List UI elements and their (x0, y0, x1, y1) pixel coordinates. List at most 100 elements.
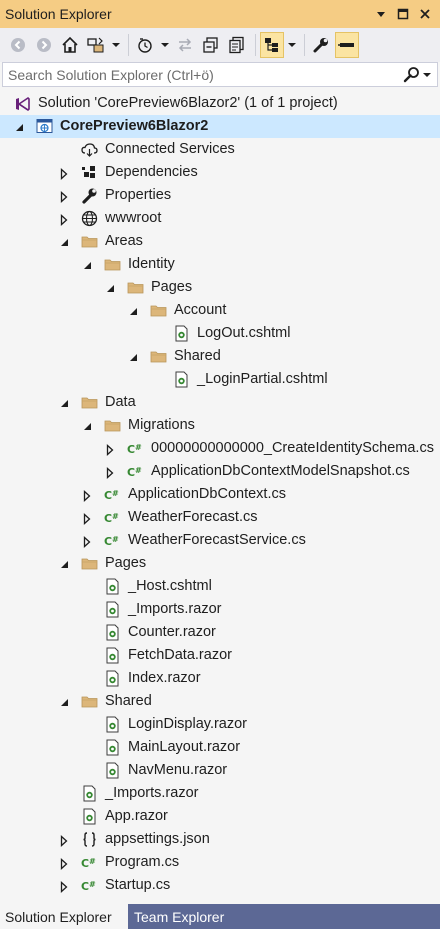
preview-selected-icon[interactable] (260, 32, 284, 58)
collapse-arrow-icon[interactable] (128, 305, 138, 317)
collapse-arrow-icon[interactable] (59, 397, 69, 409)
solution-icon (14, 95, 31, 112)
maximize-icon[interactable] (392, 3, 414, 25)
expand-arrow-icon[interactable] (82, 512, 92, 525)
tree-row[interactable]: Properties (0, 184, 440, 207)
tree-row[interactable]: Counter.razor (0, 621, 440, 644)
tree-item-label: Properties (105, 187, 172, 203)
tree-item-label: Solution 'CorePreview6Blazor2' (1 of 1 p… (38, 95, 338, 111)
home-icon[interactable] (58, 32, 82, 58)
tree-row[interactable]: Migrations (0, 414, 440, 437)
folder-icon (81, 394, 98, 411)
tree-row[interactable]: appsettings.json (0, 828, 440, 851)
tree-item-label: _Host.cshtml (128, 578, 212, 594)
tree-row[interactable]: _LoginPartial.cshtml (0, 368, 440, 391)
tree-item-label: _LoginPartial.cshtml (197, 371, 328, 387)
folder-icon (81, 693, 98, 710)
tree-row[interactable]: Index.razor (0, 667, 440, 690)
search-options-dropdown-icon[interactable] (423, 72, 431, 78)
preview-dropdown-icon[interactable] (286, 32, 298, 58)
tree-row[interactable]: App.razor (0, 805, 440, 828)
window-options-icon[interactable] (370, 3, 392, 25)
tree-row[interactable]: C # WeatherForecast.cs (0, 506, 440, 529)
collapse-arrow-icon[interactable] (59, 696, 69, 708)
tree-row[interactable]: C # Program.cs (0, 851, 440, 874)
tab-solution-explorer[interactable]: Solution Explorer (0, 904, 128, 929)
pending-changes-icon[interactable] (133, 32, 157, 58)
tree-row[interactable]: _Host.cshtml (0, 575, 440, 598)
tree-row[interactable]: wwwroot (0, 207, 440, 230)
expand-arrow-icon[interactable] (59, 834, 69, 847)
svg-text:C: C (104, 489, 112, 502)
collapse-arrow-icon[interactable] (82, 259, 92, 271)
pin-icon[interactable] (335, 32, 359, 58)
tree-item-label: 00000000000000_CreateIdentitySchema.cs (151, 440, 434, 456)
forward-icon[interactable] (32, 32, 56, 58)
collapse-arrow-icon[interactable] (105, 282, 115, 294)
tree-row[interactable]: _Imports.razor (0, 598, 440, 621)
switch-views-dropdown-icon[interactable] (110, 32, 122, 58)
razor-file-icon (104, 578, 121, 595)
tree-row[interactable]: Shared (0, 345, 440, 368)
tree-row[interactable]: LoginDisplay.razor (0, 713, 440, 736)
tree-row[interactable]: Data (0, 391, 440, 414)
tree-item-label: Counter.razor (128, 624, 216, 640)
svg-text:#: # (112, 512, 119, 521)
razor-file-icon (104, 739, 121, 756)
tree-row[interactable]: MainLayout.razor (0, 736, 440, 759)
tree-row[interactable]: C # ApplicationDbContext.cs (0, 483, 440, 506)
show-all-files-icon[interactable] (225, 32, 249, 58)
expand-arrow-icon[interactable] (105, 443, 115, 456)
tree-row[interactable]: CorePreview6Blazor2 (0, 115, 440, 138)
expand-arrow-icon[interactable] (105, 466, 115, 479)
tree-item-label: Pages (151, 279, 193, 295)
tree-row[interactable]: Connected Services (0, 138, 440, 161)
svg-text:C: C (104, 535, 112, 548)
properties-icon[interactable] (309, 32, 333, 58)
expand-arrow-icon[interactable] (59, 880, 69, 893)
tree-row[interactable]: Pages (0, 276, 440, 299)
tab-team-explorer[interactable]: Team Explorer (129, 904, 229, 929)
expand-arrow-icon[interactable] (59, 190, 69, 203)
tree-row[interactable]: NavMenu.razor (0, 759, 440, 782)
toolbar-separator (304, 34, 305, 56)
web-project-icon (36, 118, 53, 135)
search-input[interactable] (3, 62, 403, 87)
expand-arrow-icon[interactable] (82, 489, 92, 502)
tree-row[interactable]: Dependencies (0, 161, 440, 184)
collapse-arrow-icon[interactable] (128, 351, 138, 363)
tree-row[interactable]: Areas (0, 230, 440, 253)
title-bar: Solution Explorer (0, 0, 440, 28)
close-icon[interactable] (414, 3, 436, 25)
tree-item-label: _Imports.razor (105, 785, 199, 801)
expand-arrow-icon[interactable] (59, 857, 69, 870)
tree-row[interactable]: Pages (0, 552, 440, 575)
sync-icon[interactable] (173, 32, 197, 58)
expand-arrow-icon[interactable] (82, 535, 92, 548)
back-icon[interactable] (6, 32, 30, 58)
tree-row[interactable]: Solution 'CorePreview6Blazor2' (1 of 1 p… (0, 92, 440, 115)
toolbar-separator (128, 34, 129, 56)
tree-row[interactable]: Shared (0, 690, 440, 713)
tree-row[interactable]: Account (0, 299, 440, 322)
tree-item-label: NavMenu.razor (128, 762, 228, 778)
collapse-arrow-icon[interactable] (82, 420, 92, 432)
collapse-all-icon[interactable] (199, 32, 223, 58)
tree-row[interactable]: _Imports.razor (0, 782, 440, 805)
tree-row[interactable]: C #00000000000000_CreateIdentitySchema.cs (0, 437, 440, 460)
tree-row[interactable]: LogOut.cshtml (0, 322, 440, 345)
tree-item-label: Pages (105, 555, 147, 571)
tree-row[interactable]: Identity (0, 253, 440, 276)
collapse-arrow-icon[interactable] (14, 121, 24, 133)
tree-row[interactable]: C # Startup.cs (0, 874, 440, 897)
expand-arrow-icon[interactable] (59, 213, 69, 226)
tree-row[interactable]: C # WeatherForecastService.cs (0, 529, 440, 552)
tree-row[interactable]: C # ApplicationDbContextModelSnapshot.cs (0, 460, 440, 483)
search-icon[interactable] (403, 66, 421, 84)
switch-views-icon[interactable] (84, 32, 108, 58)
collapse-arrow-icon[interactable] (59, 236, 69, 248)
expand-arrow-icon[interactable] (59, 167, 69, 180)
pending-changes-dropdown-icon[interactable] (159, 32, 171, 58)
collapse-arrow-icon[interactable] (59, 558, 69, 570)
tree-row[interactable]: FetchData.razor (0, 644, 440, 667)
